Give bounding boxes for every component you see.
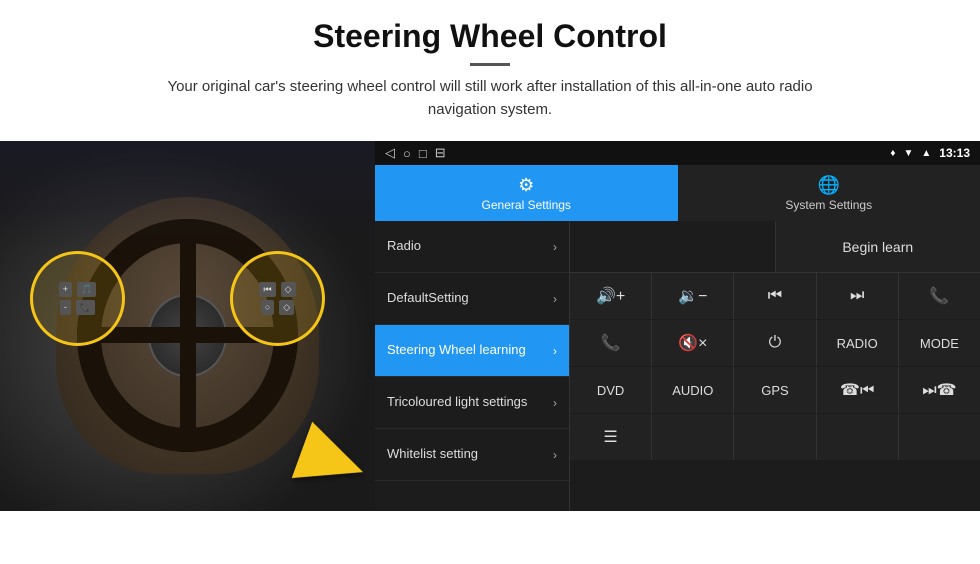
- phone-icon: 📞: [929, 286, 949, 306]
- chevron-icon-steering: ›: [553, 344, 557, 358]
- audio-button[interactable]: AUDIO: [652, 367, 733, 413]
- menu-default-label: DefaultSetting: [387, 290, 469, 307]
- chevron-icon-whitelist: ›: [553, 448, 557, 462]
- gps-label: GPS: [761, 383, 788, 398]
- left-button-indicator: + 🎵 - 📞: [30, 251, 125, 346]
- radio-label: RADIO: [837, 336, 878, 351]
- chevron-icon-default: ›: [553, 292, 557, 306]
- tab-system-label: System Settings: [785, 198, 872, 212]
- right-button-indicator: ⏮ ◇ ○ ◇: [230, 251, 325, 346]
- page-title: Steering Wheel Control: [60, 18, 920, 55]
- empty-box: [570, 221, 776, 272]
- dvd-label: DVD: [597, 383, 624, 398]
- menu-radio-label: Radio: [387, 238, 421, 255]
- status-bar: ◁ ○ □ ⊟ ♦ ▼ ▲ 13:13: [375, 141, 980, 165]
- skip-next-button[interactable]: ⏭☎: [899, 367, 980, 413]
- mode-button[interactable]: MODE: [899, 320, 980, 366]
- menu-icon[interactable]: ⊟: [435, 145, 446, 161]
- menu-item-steering[interactable]: Steering Wheel learning ›: [375, 325, 569, 377]
- empty-btn-3: [734, 414, 815, 460]
- android-panel: ◁ ○ □ ⊟ ♦ ▼ ▲ 13:13 ⚙ General Settings 🌐…: [375, 141, 980, 511]
- time-display: 13:13: [939, 146, 970, 160]
- phone-prev-icon: ☎⏮: [840, 380, 874, 400]
- signal-icon: ▼: [903, 148, 913, 159]
- vol-down-button[interactable]: 🔉−: [652, 273, 733, 319]
- menu-item-whitelist[interactable]: Whitelist setting ›: [375, 429, 569, 481]
- nav-icons: ◁ ○ □ ⊟: [385, 145, 446, 161]
- recent-icon[interactable]: □: [419, 146, 427, 161]
- steering-wheel-image: + 🎵 - 📞 ⏮ ◇ ○: [0, 141, 375, 511]
- prev-icon: ⏮: [768, 287, 782, 305]
- power-button[interactable]: ⏻: [734, 320, 815, 366]
- mute-button[interactable]: 🔇×: [652, 320, 733, 366]
- chevron-icon-tricoloured: ›: [553, 396, 557, 410]
- arrow-indicator: [300, 431, 365, 491]
- empty-btn-2: [652, 414, 733, 460]
- playlist-button[interactable]: ☰: [570, 414, 651, 460]
- menu-steering-label: Steering Wheel learning: [387, 342, 526, 359]
- system-icon: 🌐: [818, 175, 840, 196]
- next-icon: ⏭: [850, 287, 864, 305]
- menu-item-default[interactable]: DefaultSetting ›: [375, 273, 569, 325]
- gps-button[interactable]: GPS: [734, 367, 815, 413]
- menu-list: Radio › DefaultSetting › Steering Wheel …: [375, 221, 570, 511]
- playlist-icon: ☰: [603, 427, 617, 447]
- vol-up-icon: 🔊+: [596, 286, 625, 306]
- wifi-icon: ▲: [921, 148, 931, 159]
- mode-label: MODE: [920, 336, 959, 351]
- vol-up-button[interactable]: 🔊+: [570, 273, 651, 319]
- phone-prev-button[interactable]: ☎⏮: [817, 367, 898, 413]
- menu-tricoloured-label: Tricoloured light settings: [387, 394, 527, 411]
- power-icon: ⏻: [769, 334, 782, 352]
- tab-general[interactable]: ⚙ General Settings: [375, 165, 678, 221]
- divider: [470, 63, 510, 66]
- control-area: Begin learn 🔊+ 🔉− ⏮ ⏭: [570, 221, 980, 511]
- begin-learn-button[interactable]: Begin learn: [776, 221, 980, 272]
- tab-bar: ⚙ General Settings 🌐 System Settings: [375, 165, 980, 221]
- location-icon: ♦: [890, 148, 895, 159]
- menu-item-tricoloured[interactable]: Tricoloured light settings ›: [375, 377, 569, 429]
- tab-system[interactable]: 🌐 System Settings: [678, 165, 980, 221]
- radio-button[interactable]: RADIO: [817, 320, 898, 366]
- empty-btn-5: [899, 414, 980, 460]
- menu-item-radio[interactable]: Radio ›: [375, 221, 569, 273]
- back-icon[interactable]: ◁: [385, 145, 395, 161]
- settings-icon: ⚙: [518, 175, 534, 196]
- skip-next-icon: ⏭☎: [922, 380, 956, 400]
- mute-icon: 🔇×: [678, 333, 707, 353]
- call-button[interactable]: 📞: [570, 320, 651, 366]
- menu-area: Radio › DefaultSetting › Steering Wheel …: [375, 221, 980, 511]
- main-content: + 🎵 - 📞 ⏮ ◇ ○: [0, 141, 980, 511]
- page-header: Steering Wheel Control Your original car…: [0, 0, 980, 131]
- dvd-button[interactable]: DVD: [570, 367, 651, 413]
- page-description: Your original car's steering wheel contr…: [140, 76, 840, 121]
- empty-btn-4: [817, 414, 898, 460]
- chevron-icon-radio: ›: [553, 240, 557, 254]
- next-track-button[interactable]: ⏭: [817, 273, 898, 319]
- audio-label: AUDIO: [672, 383, 713, 398]
- vol-down-icon: 🔉−: [678, 286, 707, 306]
- prev-track-button[interactable]: ⏮: [734, 273, 815, 319]
- top-row: Begin learn: [570, 221, 980, 273]
- call-icon: 📞: [601, 333, 621, 353]
- tab-general-label: General Settings: [482, 198, 571, 212]
- home-icon[interactable]: ○: [403, 146, 411, 161]
- status-indicators: ♦ ▼ ▲ 13:13: [890, 146, 970, 160]
- menu-whitelist-label: Whitelist setting: [387, 446, 478, 463]
- phone-button[interactable]: 📞: [899, 273, 980, 319]
